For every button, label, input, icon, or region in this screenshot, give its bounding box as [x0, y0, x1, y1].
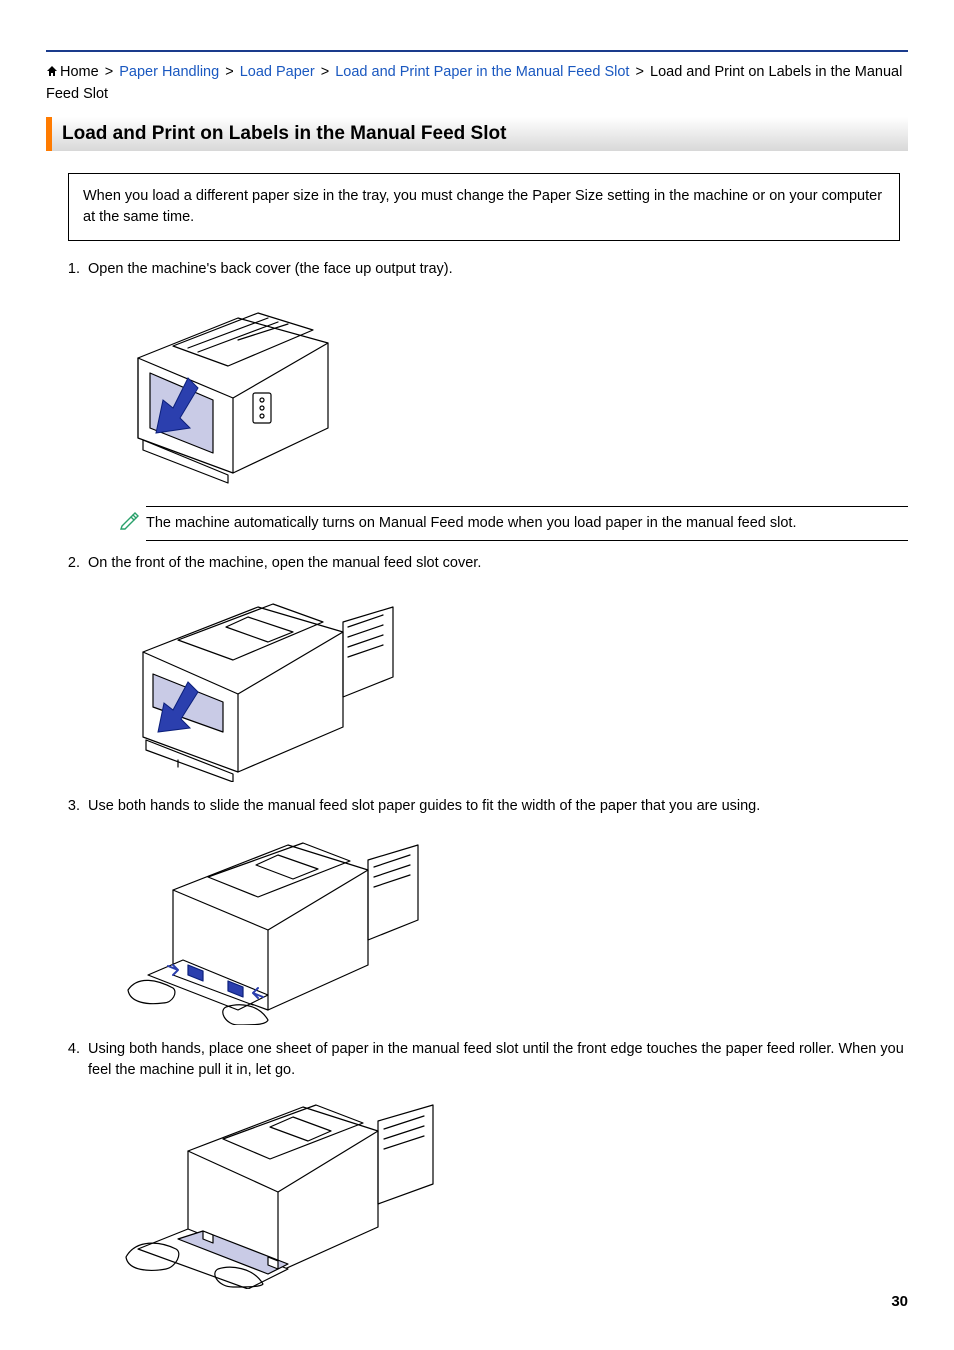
breadcrumb: Home > Paper Handling > Load Paper > Loa… — [46, 62, 908, 105]
pencil-icon — [118, 508, 140, 537]
breadcrumb-sep: > — [223, 64, 235, 80]
step-1: Open the machine's back cover (the face … — [84, 259, 908, 541]
top-rule — [46, 50, 908, 52]
figure-step-4 — [118, 1089, 908, 1289]
figure-step-3 — [118, 825, 908, 1025]
figure-step-2 — [118, 582, 908, 782]
step-4-text: Using both hands, place one sheet of pap… — [88, 1041, 904, 1078]
step-1-text: Open the machine's back cover (the face … — [88, 261, 453, 277]
page-title: Load and Print on Labels in the Manual F… — [46, 117, 908, 151]
breadcrumb-link-load-print-manual[interactable]: Load and Print Paper in the Manual Feed … — [335, 64, 629, 80]
step-3: Use both hands to slide the manual feed … — [84, 796, 908, 1025]
info-box: When you load a different paper size in … — [68, 173, 900, 241]
note-step-1-text: The machine automatically turns on Manua… — [146, 506, 908, 541]
breadcrumb-home: Home — [60, 64, 99, 80]
breadcrumb-link-paper-handling[interactable]: Paper Handling — [119, 64, 219, 80]
step-2: On the front of the machine, open the ma… — [84, 553, 908, 782]
home-icon — [46, 63, 58, 84]
step-2-text: On the front of the machine, open the ma… — [88, 555, 481, 571]
steps-list: Open the machine's back cover (the face … — [46, 259, 908, 1289]
breadcrumb-sep: > — [103, 64, 115, 80]
step-4: Using both hands, place one sheet of pap… — [84, 1039, 908, 1289]
breadcrumb-sep: > — [634, 64, 646, 80]
figure-step-1 — [118, 288, 908, 488]
note-step-1: The machine automatically turns on Manua… — [118, 506, 908, 541]
breadcrumb-sep: > — [319, 64, 331, 80]
page-number: 30 — [891, 1293, 908, 1310]
breadcrumb-link-load-paper[interactable]: Load Paper — [240, 64, 315, 80]
step-3-text: Use both hands to slide the manual feed … — [88, 798, 760, 814]
